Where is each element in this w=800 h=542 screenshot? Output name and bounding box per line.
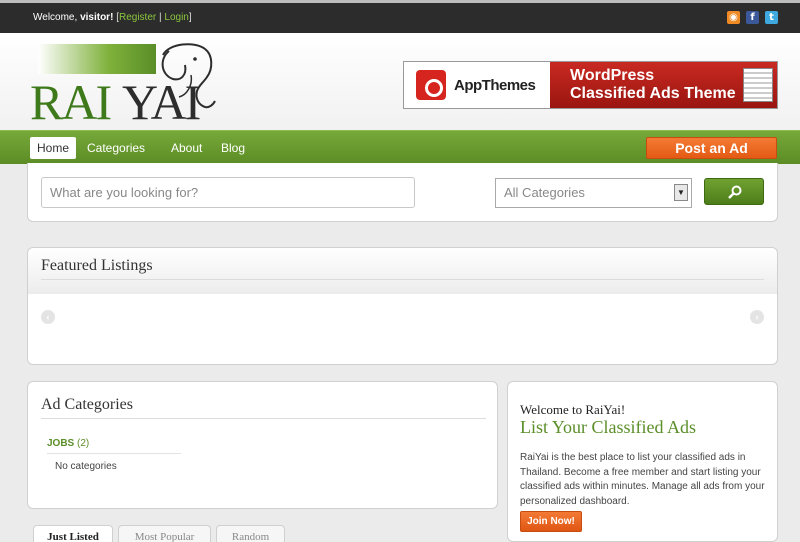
nav-about[interactable]: About <box>164 137 209 159</box>
featured-title: Featured Listings <box>41 257 153 274</box>
main-nav: Home Categories About Blog Post an Ad <box>0 130 800 164</box>
welcome-box: Welcome to RaiYai! List Your Classified … <box>507 381 778 542</box>
nav-home[interactable]: Home <box>30 137 77 159</box>
category-select-value: All Categories <box>504 185 585 200</box>
divider <box>41 279 764 280</box>
header: RAI YAI AppThemes WordPress Classified A… <box>0 33 800 130</box>
username: visitor! <box>80 12 114 23</box>
search-input[interactable]: What are you looking for? <box>41 177 415 208</box>
banner-brand: AppThemes <box>454 76 536 94</box>
tab-random[interactable]: Random <box>216 525 285 542</box>
featured-listings: Featured Listings ‹ › <box>27 247 778 365</box>
nav-categories[interactable]: Categories <box>80 137 152 159</box>
elephant-icon <box>161 43 216 109</box>
welcome-message: Welcome, visitor! [Register | Login] <box>33 12 192 23</box>
bracket-close: ] <box>188 12 192 23</box>
nav-blog[interactable]: Blog <box>214 137 252 159</box>
divider <box>41 418 486 419</box>
post-ad-button[interactable]: Post an Ad <box>646 137 777 159</box>
categories-title: Ad Categories <box>41 396 133 413</box>
welcome-title: List Your Classified Ads <box>520 417 697 437</box>
welcome-description: RaiYai is the best place to list your cl… <box>520 452 765 507</box>
category-select[interactable]: All Categories ▼ <box>495 178 692 208</box>
rss-icon[interactable]: ◉ <box>727 11 740 24</box>
banner-brand-area: AppThemes <box>404 62 550 108</box>
logo-bar <box>38 44 156 74</box>
tab-most-popular[interactable]: Most Popular <box>118 525 211 542</box>
no-categories-text: No categories <box>55 461 117 472</box>
tab-just-listed[interactable]: Just Listed <box>33 525 113 542</box>
social-links: ◉ f t <box>727 11 778 24</box>
top-bar: Welcome, visitor! [Register | Login] ◉ f… <box>0 0 800 33</box>
search-icon <box>728 185 742 199</box>
next-arrow-icon[interactable]: › <box>750 310 764 324</box>
screenshot-thumbnail-icon <box>743 68 773 102</box>
category-item[interactable]: JOBS (2) <box>47 438 89 449</box>
banner-headline: WordPress Classified Ads Theme <box>550 62 777 108</box>
prev-arrow-icon[interactable]: ‹ <box>41 310 55 324</box>
ad-categories: Ad Categories JOBS (2) No categories <box>27 381 498 509</box>
apptheme-banner[interactable]: AppThemes WordPress Classified Ads Theme <box>403 61 778 109</box>
register-link[interactable]: Register <box>119 12 156 23</box>
separator: | <box>159 12 162 23</box>
welcome-prefix: Welcome, <box>33 12 78 23</box>
join-now-button[interactable]: Join Now! <box>520 511 582 532</box>
twitter-icon[interactable]: t <box>765 11 778 24</box>
divider <box>47 453 181 454</box>
login-link[interactable]: Login <box>164 12 188 23</box>
search-button[interactable] <box>704 178 764 205</box>
facebook-icon[interactable]: f <box>746 11 759 24</box>
category-label[interactable]: JOBS <box>47 438 74 449</box>
apptheme-logo-icon <box>416 70 446 100</box>
category-count: (2) <box>77 438 90 449</box>
logo-text-rai: RAI <box>30 74 112 130</box>
search-panel: What are you looking for? All Categories… <box>27 163 778 222</box>
welcome-heading: Welcome to RaiYai! <box>520 402 626 417</box>
site-logo[interactable]: RAI YAI <box>30 41 220 127</box>
dropdown-arrow-icon[interactable]: ▼ <box>674 184 688 201</box>
